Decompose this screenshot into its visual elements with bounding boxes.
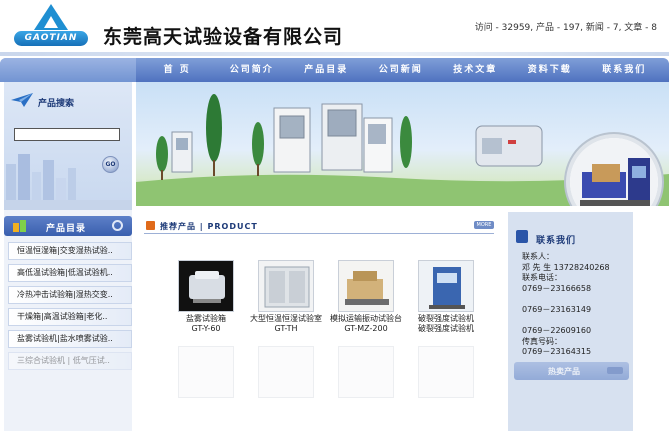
contact-line: 0769－22609160 (522, 326, 592, 336)
hot-products-title: 热卖产品 (548, 367, 580, 376)
search-input[interactable] (14, 128, 120, 141)
contact-line (522, 316, 632, 327)
product-image (418, 260, 474, 312)
catalog-item[interactable]: 恒温恒湿箱|交变湿热试验.. (8, 242, 132, 260)
main-nav: 首 页 公司简介 产品目录 公司新闻 技术文章 资料下载 联系我们 (0, 58, 669, 82)
product-card[interactable]: 大型恒温恒湿试验室 GT-TH (244, 260, 328, 334)
product-card[interactable] (244, 346, 328, 398)
nav-contact[interactable]: 联系我们 (587, 58, 662, 82)
product-code: GT-Y-60 (191, 324, 221, 333)
contact-line (522, 294, 632, 305)
contact-line: 联系电话： (522, 273, 562, 283)
nav-downloads[interactable]: 资料下载 (513, 58, 588, 82)
company-logo[interactable]: GAOTIAN (14, 4, 88, 48)
product-card[interactable] (324, 346, 408, 398)
catalog-icon (13, 220, 26, 232)
product-card[interactable] (404, 346, 488, 398)
nav-left-cap (0, 58, 136, 82)
product-image (178, 260, 234, 312)
product-image (418, 346, 474, 398)
catalog-list: 恒温恒湿箱|交变湿热试验.. 高低温试验箱|低温试验机.. 冷热冲击试验箱|湿热… (8, 242, 132, 374)
gear-icon (112, 220, 123, 231)
product-name: 破裂强度试验机 (418, 314, 474, 323)
product-card[interactable] (164, 346, 248, 398)
company-name: 东莞高天试验设备有限公司 (103, 26, 344, 48)
paper-plane-icon (11, 93, 33, 107)
product-image (258, 260, 314, 312)
nav-about[interactable]: 公司简介 (215, 58, 290, 82)
product-image (338, 260, 394, 312)
product-card[interactable]: 破裂强度试验机 破裂强度试验机 (404, 260, 488, 334)
left-sidebar: 产品搜索 GO 产品目录 恒温恒湿箱|交变湿热试验.. 高低温试验箱|低温试验机… (4, 82, 132, 431)
products-section-title: 推荐产品 | PRODUCT (160, 222, 258, 231)
product-search-panel: 产品搜索 GO (4, 82, 132, 210)
city-skyline-image (4, 154, 132, 210)
product-name: 模拟运输振动试验台 (330, 314, 402, 323)
catalog-item[interactable]: 三综合试验机 | 低气压试.. (8, 352, 132, 370)
contact-line: 邓 先 生 13728240268 (522, 262, 610, 272)
contact-line: 0769－23164315 (522, 347, 592, 357)
product-image (258, 346, 314, 398)
hot-more-button[interactable] (607, 367, 623, 374)
recommended-products: 推荐产品 | PRODUCT MORE 盐雾试验箱 GT-Y-60 大型恒温恒湿… (136, 212, 502, 431)
product-image (178, 346, 234, 398)
search-title: 产品搜索 (38, 99, 75, 109)
product-code: 破裂强度试验机 (418, 324, 474, 333)
search-go-button[interactable]: GO (102, 156, 119, 173)
catalog-item[interactable]: 干燥箱|高温试验箱|老化.. (8, 308, 132, 326)
product-code: GT-TH (274, 324, 298, 333)
nav-articles[interactable]: 技术文章 (438, 58, 513, 82)
header-divider (0, 52, 669, 56)
nav-home[interactable]: 首 页 (140, 58, 215, 82)
contact-line: 0769－23163149 (522, 304, 592, 314)
catalog-item[interactable]: 盐雾试验机|盐水喷雾试验.. (8, 330, 132, 348)
logo-text: GAOTIAN (14, 31, 88, 46)
logo-triangle-inner (44, 16, 58, 28)
product-image (338, 346, 394, 398)
contact-header: 联系我们 (508, 226, 633, 248)
more-products-button[interactable]: MORE (474, 221, 494, 229)
contact-panel: 联系我们 联系人： 邓 先 生 13728240268 联系电话： 0769－2… (508, 212, 633, 431)
catalog-header: 产品目录 (4, 216, 132, 236)
contact-line: 联系人： (522, 252, 554, 261)
catalog-title: 产品目录 (46, 224, 87, 234)
site-header: GAOTIAN 东莞高天试验设备有限公司 访问 - 32959, 产品 - 19… (0, 0, 669, 56)
product-code: GT-MZ-200 (344, 324, 388, 333)
section-bullet-icon (146, 221, 155, 230)
contact-line: 传真号码： (522, 336, 562, 346)
catalog-item[interactable]: 冷热冲击试验箱|湿热交变.. (8, 286, 132, 304)
nav-news[interactable]: 公司新闻 (364, 58, 439, 82)
product-name: 盐雾试验箱 (186, 314, 226, 323)
contact-details: 联系人： 邓 先 生 13728240268 联系电话： 0769－231666… (522, 252, 632, 358)
product-name: 大型恒温恒湿试验室 (250, 314, 322, 323)
catalog-item[interactable]: 高低温试验箱|低温试验机.. (8, 264, 132, 282)
product-card[interactable]: 盐雾试验箱 GT-Y-60 (164, 260, 248, 334)
hot-products-header[interactable]: 热卖产品 (514, 362, 629, 380)
contact-title: 联系我们 (536, 236, 577, 246)
site-stats: 访问 - 32959, 产品 - 197, 新闻 - 7, 文章 - 8 (474, 23, 657, 33)
nav-products[interactable]: 产品目录 (289, 58, 364, 82)
hero-banner (136, 82, 669, 206)
phone-icon (516, 230, 528, 243)
product-card[interactable]: 模拟运输振动试验台 GT-MZ-200 (324, 260, 408, 334)
contact-line: 0769－23166658 (522, 283, 592, 293)
products-section-header: 推荐产品 | PRODUCT MORE (144, 218, 494, 234)
